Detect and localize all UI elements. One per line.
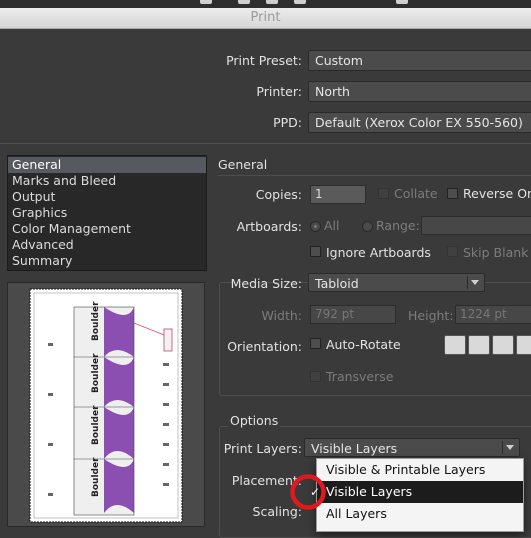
orientation-label: Orientation: [227, 339, 302, 354]
print-preview[interactable]: Boulder Boulder Boulder Boulder [7, 282, 205, 527]
sidebar-item-advanced[interactable]: Advanced [8, 237, 206, 253]
annotation-circle [290, 474, 326, 510]
transverse-checkbox[interactable] [310, 371, 321, 382]
width-label: Width: [261, 308, 302, 323]
printer-select[interactable]: North [308, 81, 531, 102]
landscape-flipped-orientation-button[interactable] [516, 335, 531, 355]
collate-checkbox[interactable] [378, 188, 389, 199]
ppd-label: PPD: [273, 115, 302, 130]
options-heading: Options [228, 413, 281, 428]
skip-blank-checkbox[interactable] [447, 246, 458, 257]
artboards-range-label: Range: [376, 218, 420, 233]
toolbar-button[interactable] [200, 0, 212, 4]
preview-brand-text: Boulder [91, 457, 101, 497]
height-input[interactable]: 1224 pt [455, 305, 531, 324]
ppd-select[interactable]: Default (Xerox Color EX 550-560) [308, 112, 531, 133]
auto-rotate-checkbox[interactable] [310, 338, 321, 349]
chevron-down-icon [502, 441, 517, 454]
ignore-artboards-checkbox[interactable] [310, 246, 321, 257]
reverse-order-checkbox[interactable] [447, 188, 458, 199]
portrait-orientation-button[interactable] [444, 335, 466, 355]
media-size-select[interactable]: Tabloid [308, 273, 485, 292]
artboards-all-label: All [324, 218, 340, 233]
chevron-down-icon [467, 276, 482, 289]
collate-label: Collate [394, 186, 438, 201]
artboards-all-radio[interactable] [310, 221, 321, 232]
layer-option-visible-label: Visible Layers [326, 484, 413, 499]
toolbar-button[interactable] [238, 0, 250, 4]
window-title: Print [250, 10, 281, 25]
auto-rotate-label: Auto-Rotate [326, 337, 401, 352]
toolbar-button[interactable] [294, 0, 306, 4]
sidebar-item-graphics[interactable]: Graphics [8, 205, 206, 221]
ignore-artboards-label: Ignore Artboards [326, 245, 431, 260]
preview-brand-text: Boulder [91, 301, 101, 341]
toolbar-button[interactable] [266, 0, 278, 4]
print-layers-value: Visible Layers [311, 441, 398, 456]
print-layers-label: Print Layers: [223, 441, 302, 456]
preview-canvas: Boulder Boulder Boulder Boulder [29, 288, 183, 523]
printer-label: Printer: [256, 84, 302, 99]
width-input[interactable]: 792 pt [310, 305, 396, 324]
divider [218, 175, 531, 176]
sidebar-item-output[interactable]: Output [8, 189, 206, 205]
sidebar-item-general[interactable]: General [8, 157, 206, 173]
copies-label: Copies: [255, 187, 302, 202]
print-preset-select[interactable]: Custom [308, 50, 531, 71]
general-heading: General [218, 157, 268, 172]
layer-option-visible-printable[interactable]: Visible & Printable Layers [317, 459, 523, 481]
layer-option-all[interactable]: All Layers [317, 503, 523, 525]
media-size-value: Tabloid [315, 276, 359, 291]
artboards-range-radio[interactable] [362, 221, 373, 232]
toolbar-button[interactable] [396, 0, 408, 4]
layer-option-visible[interactable]: ✓ Visible Layers [310, 481, 523, 503]
category-list[interactable]: General Marks and Bleed Output Graphics … [7, 155, 207, 271]
landscape-orientation-button[interactable] [468, 335, 490, 355]
transverse-label: Transverse [326, 369, 394, 384]
sidebar-item-summary[interactable]: Summary [8, 253, 206, 269]
copies-input[interactable]: 1 [310, 185, 366, 204]
preview-brand-text: Boulder [91, 353, 101, 393]
height-label: Height: [408, 308, 454, 323]
portrait-flipped-orientation-button[interactable] [492, 335, 514, 355]
sidebar-item-marks-and-bleed[interactable]: Marks and Bleed [8, 173, 206, 189]
skip-blank-label: Skip Blank A [463, 245, 531, 260]
title-bar: Print [0, 8, 531, 29]
divider [0, 143, 531, 144]
artboards-label: Artboards: [236, 219, 302, 234]
print-layers-select[interactable]: Visible Layers [304, 438, 520, 457]
artboards-range-input[interactable] [421, 216, 531, 235]
reverse-order-label: Reverse Orc [463, 186, 531, 201]
media-size-label: Media Size: [230, 276, 302, 291]
sidebar-item-color-management[interactable]: Color Management [8, 221, 206, 237]
print-layers-dropdown-menu[interactable]: Visible & Printable Layers ✓ Visible Lay… [310, 458, 524, 532]
preview-brand-text: Boulder [91, 405, 101, 445]
print-preset-label: Print Preset: [226, 53, 302, 68]
window-top-strip [0, 0, 531, 8]
